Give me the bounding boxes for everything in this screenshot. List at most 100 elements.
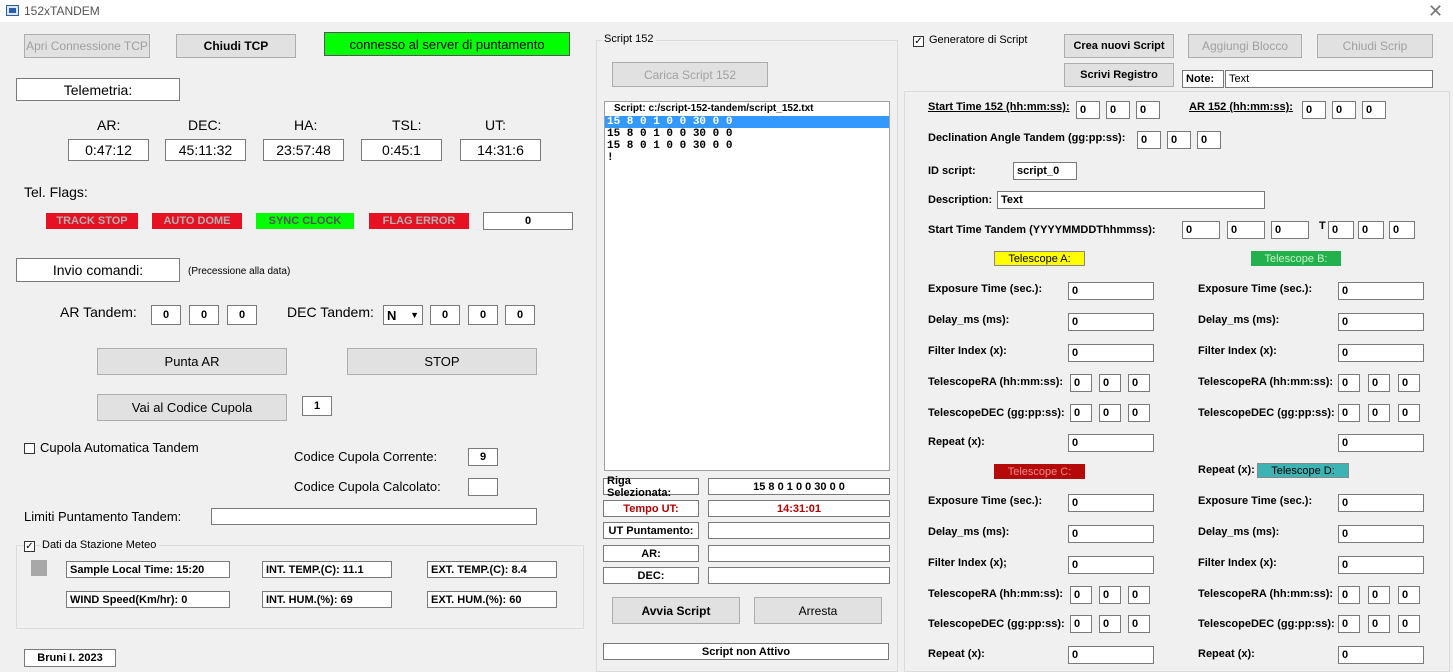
tel-b-repeat-label: Repeat (x): [1198,464,1255,476]
script-listbox[interactable] [604,101,890,471]
tel-a-dec-d[interactable]: 0 [1070,404,1092,422]
close-icon[interactable]: ✕ [1428,1,1443,22]
avvia-script-button[interactable]: Avvia Script [612,597,740,624]
start152-s[interactable]: 0 [1136,101,1160,119]
tel-c-repeat-input[interactable]: 0 [1068,646,1154,664]
tel-d-ra-h[interactable]: 0 [1338,586,1360,604]
meteo-group [16,545,584,629]
start-tandem-hh[interactable]: 0 [1328,221,1354,239]
tel-c-ra-s[interactable]: 0 [1128,586,1150,604]
script-line-selected[interactable]: 15 8 0 1 0 0 30 0 0 [605,116,889,128]
ar152-s[interactable]: 0 [1362,101,1386,119]
script-line[interactable]: 15 8 0 1 0 0 30 0 0 [607,128,732,140]
dec-tandem-s[interactable]: 0 [505,305,535,325]
tel-b-dec-label: TelescopeDEC (gg:pp:ss): [1198,407,1335,419]
start-tandem-min[interactable]: 0 [1358,221,1384,239]
tel-c-exposure-input[interactable]: 0 [1068,494,1154,512]
tempo-ut-label: Tempo UT: [603,500,699,517]
tel-value-dec: 45:11:32 [165,139,246,161]
scrivi-registro-button[interactable]: Scrivi Registro [1064,63,1174,87]
cupola-code-input[interactable]: 1 [302,396,332,416]
telescope-a-header: Telescope A: [994,251,1085,266]
tel-a-delay-input[interactable]: 0 [1068,313,1154,331]
tel-b-delay-label: Delay_ms (ms): [1198,314,1280,326]
tel-c-delay-input[interactable]: 0 [1068,525,1154,543]
dec-tandem-d[interactable]: 0 [430,305,460,325]
tel-b-repeat-input[interactable]: 0 [1338,434,1424,452]
tel-d-dec-s[interactable]: 0 [1398,615,1420,633]
tel-b-exposure-input[interactable]: 0 [1338,282,1424,300]
start-tandem-mm[interactable]: 0 [1227,221,1265,239]
ut-puntamento-label: UT Puntamento: [603,522,699,539]
tel-b-filter-input[interactable]: 0 [1338,344,1424,362]
tel-a-delay-label: Delay_ms (ms): [928,314,1010,326]
start152-m[interactable]: 0 [1106,101,1130,119]
tel-c-dec-m[interactable]: 0 [1099,615,1121,633]
tel-c-ra-m[interactable]: 0 [1099,586,1121,604]
ar152-h[interactable]: 0 [1302,101,1326,119]
tel-b-ra-h[interactable]: 0 [1338,374,1360,392]
auto-cupola-checkbox[interactable] [24,443,35,454]
stop-button[interactable]: STOP [347,348,537,375]
tel-d-ra-s[interactable]: 0 [1398,586,1420,604]
dec-sign-select[interactable]: N ▼ [383,305,423,325]
tel-a-dec-m[interactable]: 0 [1099,404,1121,422]
open-tcp-button[interactable]: Apri Connessione TCP [24,34,150,58]
tel-c-dec-d[interactable]: 0 [1070,615,1092,633]
decl-d[interactable]: 0 [1137,131,1161,149]
tel-c-ra-h[interactable]: 0 [1070,586,1092,604]
tel-a-exposure-input[interactable]: 0 [1068,282,1154,300]
tel-a-ra-m[interactable]: 0 [1099,374,1121,392]
start-tandem-yyyy[interactable]: 0 [1182,221,1220,239]
tel-d-dec-d[interactable]: 0 [1338,615,1360,633]
script-line[interactable]: 15 8 0 1 0 0 30 0 0 [607,140,732,152]
tel-b-ra-s[interactable]: 0 [1398,374,1420,392]
tel-a-repeat-input[interactable]: 0 [1068,434,1154,452]
tel-b-dec-m[interactable]: 0 [1368,404,1390,422]
aggiungi-blocco-button[interactable]: Aggiungi Blocco [1188,34,1302,58]
start152-h[interactable]: 0 [1076,101,1100,119]
generator-checkbox[interactable]: ✓ [913,36,924,47]
id-script-input[interactable]: script_0 [1013,162,1077,180]
decl-s[interactable]: 0 [1197,131,1221,149]
tel-d-dec-m[interactable]: 0 [1368,615,1390,633]
start-tandem-ss[interactable]: 0 [1389,221,1415,239]
tel-b-delay-input[interactable]: 0 [1338,313,1424,331]
tel-c-dec-s[interactable]: 0 [1128,615,1150,633]
script-line[interactable]: ! [607,152,614,164]
ar-tandem-h[interactable]: 0 [151,305,181,325]
note-input[interactable]: Text [1225,70,1433,88]
chiudi-script-button[interactable]: Chiudi Scrip [1317,34,1433,58]
decl-m[interactable]: 0 [1167,131,1191,149]
tel-a-dec-s[interactable]: 0 [1128,404,1150,422]
tel-c-filter-input[interactable]: 0 [1068,556,1154,574]
tel-value-ut: 14:31:6 [460,139,541,161]
riga-label: Riga Selezionata: [603,475,699,499]
arresta-button[interactable]: Arresta [754,597,882,624]
start-tandem-dd[interactable]: 0 [1271,221,1309,239]
tel-a-ra-s[interactable]: 0 [1128,374,1150,392]
tel-a-filter-input[interactable]: 0 [1068,344,1154,362]
description-input[interactable]: Text [997,191,1265,209]
meteo-checkbox[interactable]: ✓ [24,541,35,552]
tel-b-ra-m[interactable]: 0 [1368,374,1390,392]
ar152-m[interactable]: 0 [1332,101,1356,119]
tel-d-ra-m[interactable]: 0 [1368,586,1390,604]
tel-a-ra-h[interactable]: 0 [1070,374,1092,392]
crea-script-button[interactable]: Crea nuovi Script [1064,34,1174,58]
script-header: Script: c:/script-152-tandem/script_152.… [614,103,814,114]
tel-d-filter-input[interactable]: 0 [1338,556,1424,574]
ar-tandem-m[interactable]: 0 [189,305,219,325]
ar-tandem-s[interactable]: 0 [227,305,257,325]
tel-d-exposure-input[interactable]: 0 [1338,494,1424,512]
load-script-button[interactable]: Carica Script 152 [612,62,768,87]
close-tcp-button[interactable]: Chiudi TCP [176,34,296,58]
dec-tandem-m[interactable]: 0 [468,305,498,325]
tel-b-dec-s[interactable]: 0 [1398,404,1420,422]
vai-cupola-button[interactable]: Vai al Codice Cupola [97,394,287,421]
tel-d-delay-input[interactable]: 0 [1338,525,1424,543]
flag-value: 0 [483,212,573,230]
punta-ar-button[interactable]: Punta AR [97,348,287,375]
tel-d-repeat-input[interactable]: 0 [1338,646,1424,664]
tel-b-dec-d[interactable]: 0 [1338,404,1360,422]
